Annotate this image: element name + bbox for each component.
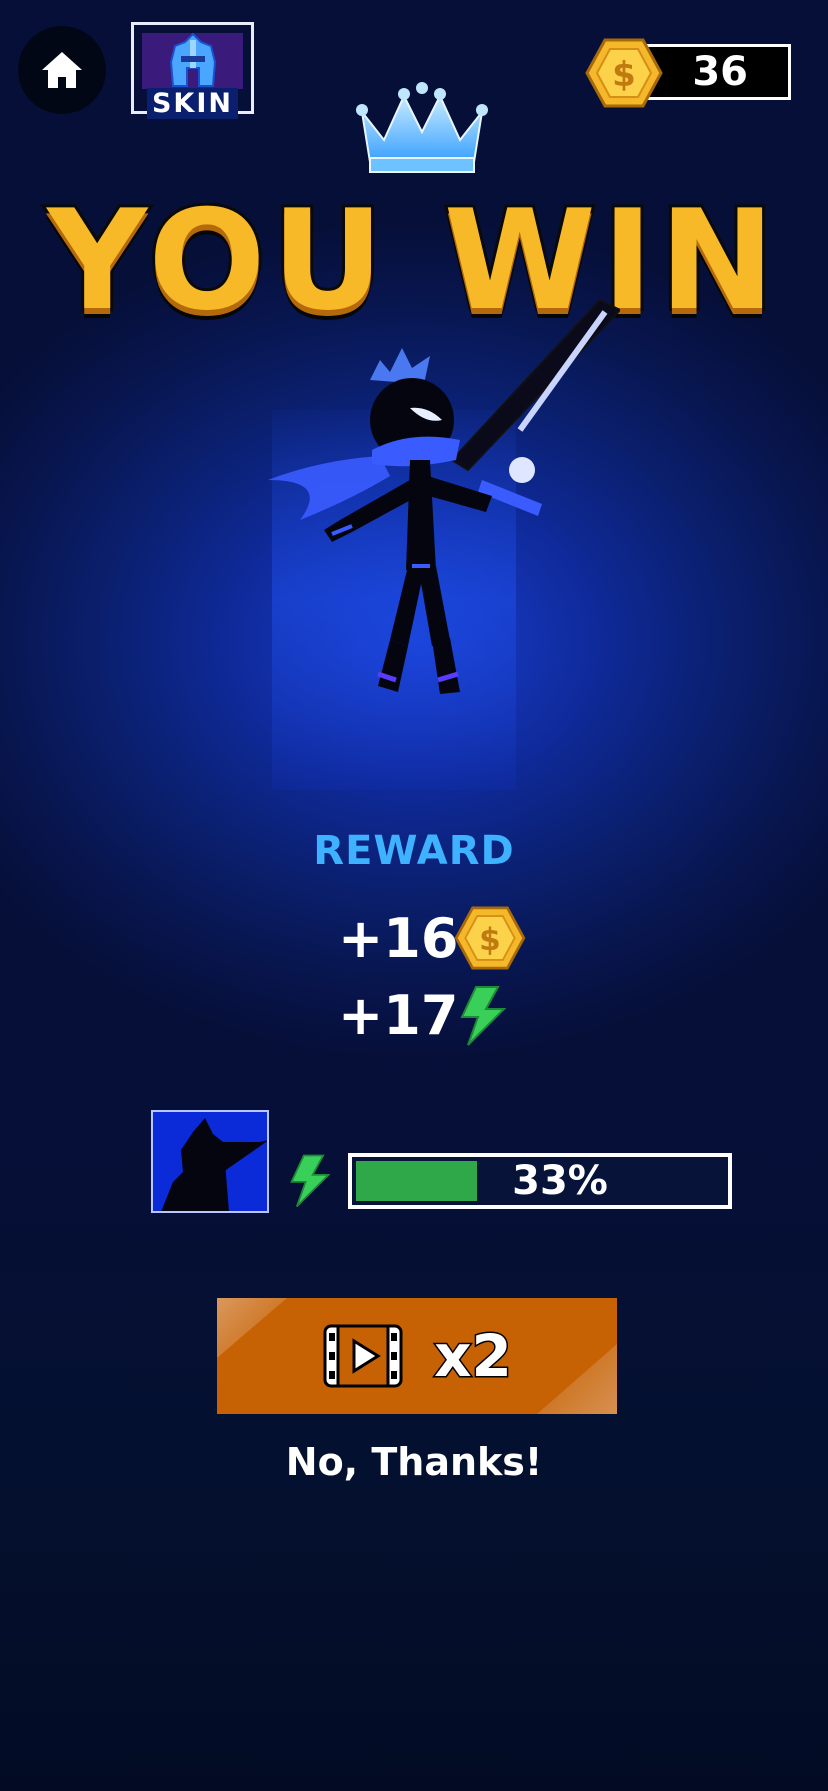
crown-icon <box>356 82 488 173</box>
reward-coins-value: +16 <box>338 906 459 970</box>
reward-energy-row: +17 <box>338 984 508 1047</box>
coin-balance: 36 <box>645 44 791 100</box>
dollar-coin-icon: $ <box>585 38 663 108</box>
svg-text:$: $ <box>612 55 636 95</box>
svg-text:$: $ <box>479 922 501 958</box>
dollar-coin-icon: $ <box>454 906 526 970</box>
stickman-character <box>268 298 620 694</box>
coin-count: 36 <box>692 49 748 95</box>
skin-thumbnail <box>142 32 243 89</box>
reward-coins-row: +16 $ <box>338 906 526 970</box>
skin-label: SKIN <box>134 88 251 119</box>
unlock-progress-bar: 33% <box>348 1153 732 1209</box>
double-reward-label: x2 <box>433 1321 514 1392</box>
lightning-bolt-icon <box>290 1154 331 1208</box>
no-thanks-button[interactable]: No, Thanks! <box>0 1440 828 1484</box>
watch-ad-double-reward-button[interactable]: x2 <box>217 1298 617 1414</box>
reward-label: REWARD <box>313 828 515 874</box>
skin-button[interactable]: SKIN <box>131 22 254 119</box>
reward-energy-value: +17 <box>338 984 459 1047</box>
video-play-icon <box>323 1324 403 1388</box>
home-icon <box>42 52 82 88</box>
progress-percent: 33% <box>512 1158 608 1204</box>
button-shine <box>537 1344 617 1414</box>
home-button[interactable] <box>18 26 106 114</box>
next-character-card <box>151 1110 269 1213</box>
sword-icon <box>450 298 620 516</box>
lightning-bolt-icon <box>460 985 507 1046</box>
button-shine <box>217 1298 287 1358</box>
helmet-icon <box>169 32 216 87</box>
character-silhouette-icon <box>161 1118 267 1211</box>
